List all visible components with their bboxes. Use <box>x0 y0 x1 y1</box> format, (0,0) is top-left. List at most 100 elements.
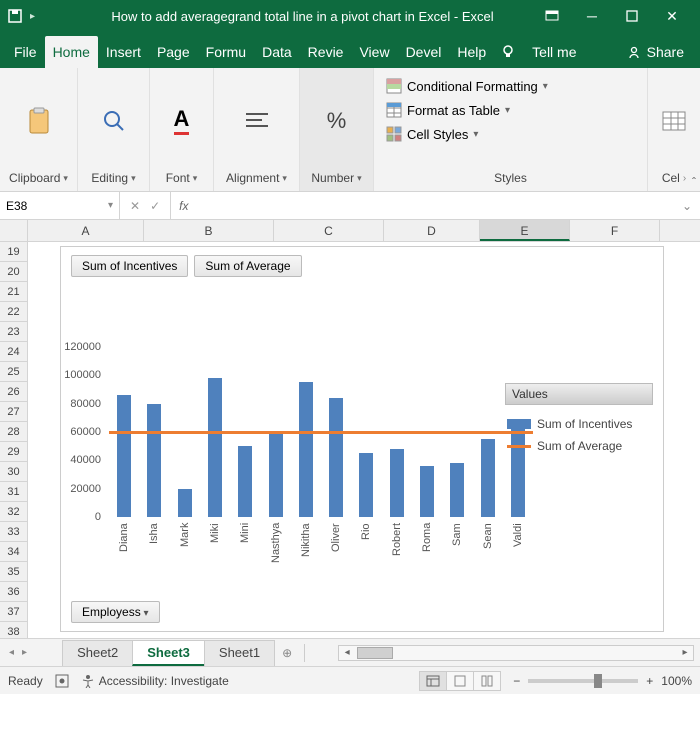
add-sheet-button[interactable]: ⊕ <box>274 642 300 664</box>
column-header-D[interactable]: D <box>384 220 480 241</box>
ribbon-tab-devel[interactable]: Devel <box>398 36 450 68</box>
scroll-left-icon[interactable]: ◂ <box>339 647 355 658</box>
row-header-21[interactable]: 21 <box>0 282 28 302</box>
sheet-nav[interactable]: ◂▸ <box>0 645 36 660</box>
row-header-28[interactable]: 28 <box>0 422 28 442</box>
chart-field-button-incentives[interactable]: Sum of Incentives <box>71 255 188 277</box>
ribbon-group-cells-label[interactable]: Cel› <box>662 167 686 189</box>
macro-record-icon[interactable] <box>55 674 69 688</box>
pivot-filter-employess[interactable]: Employess <box>71 601 160 623</box>
zoom-level[interactable]: 100% <box>661 674 692 688</box>
ribbon-group-number-label[interactable]: Number <box>311 167 361 189</box>
chart-bar[interactable] <box>359 453 373 517</box>
chart-legend[interactable]: Values Sum of Incentives Sum of Average <box>505 383 653 457</box>
ribbon-tab-insert[interactable]: Insert <box>98 36 149 68</box>
expand-formula-bar-icon[interactable]: ⌄ <box>674 199 700 213</box>
share-button[interactable]: Share <box>617 36 694 68</box>
page-layout-view-button[interactable] <box>446 671 474 691</box>
name-box-input[interactable] <box>6 199 76 213</box>
paste-button[interactable] <box>25 74 53 167</box>
chart-bar[interactable] <box>147 404 161 517</box>
row-header-35[interactable]: 35 <box>0 562 28 582</box>
ribbon-tab-page[interactable]: Page <box>149 36 198 68</box>
row-header-31[interactable]: 31 <box>0 482 28 502</box>
ribbon-tab-home[interactable]: Home <box>45 36 98 68</box>
row-header-27[interactable]: 27 <box>0 402 28 422</box>
page-break-view-button[interactable] <box>473 671 501 691</box>
ribbon-tab-view[interactable]: View <box>351 36 397 68</box>
row-header-37[interactable]: 37 <box>0 602 28 622</box>
scrollbar-thumb[interactable] <box>357 647 393 659</box>
column-header-C[interactable]: C <box>274 220 384 241</box>
column-header-E[interactable]: E <box>480 220 570 241</box>
chart-bar[interactable] <box>329 398 343 517</box>
column-header-A[interactable]: A <box>28 220 144 241</box>
save-icon[interactable] <box>8 9 22 23</box>
ribbon-group-alignment-label[interactable]: Alignment <box>226 167 287 189</box>
format-as-table-button[interactable]: Format as Table▾ <box>380 98 641 122</box>
maximize-button[interactable] <box>612 1 652 31</box>
chart-bar[interactable] <box>481 439 495 517</box>
close-button[interactable]: ✕ <box>652 1 692 31</box>
scroll-right-icon[interactable]: ▸ <box>677 647 693 658</box>
chart-plot-area[interactable]: 020000400006000080000100000120000 DianaI… <box>109 347 533 517</box>
select-all-triangle[interactable] <box>0 220 28 241</box>
row-header-33[interactable]: 33 <box>0 522 28 542</box>
accept-formula-icon[interactable]: ✓ <box>150 199 160 213</box>
column-header-F[interactable]: F <box>570 220 660 241</box>
chart-bar[interactable] <box>238 446 252 517</box>
ribbon-tab-formu[interactable]: Formu <box>198 36 254 68</box>
row-header-34[interactable]: 34 <box>0 542 28 562</box>
minimize-button[interactable]: ─ <box>572 1 612 31</box>
row-header-20[interactable]: 20 <box>0 262 28 282</box>
row-header-36[interactable]: 36 <box>0 582 28 602</box>
row-header-19[interactable]: 19 <box>0 242 28 262</box>
chart-bar[interactable] <box>208 378 222 517</box>
ribbon-tab-file[interactable]: File <box>6 36 45 68</box>
ribbon-options-icon[interactable] <box>532 1 572 31</box>
cancel-formula-icon[interactable]: ✕ <box>130 199 140 213</box>
cells-button[interactable] <box>660 74 688 167</box>
name-box[interactable]: ▾ <box>0 192 120 219</box>
row-header-26[interactable]: 26 <box>0 382 28 402</box>
chart-bar[interactable] <box>178 489 192 517</box>
help-lightbulb-icon[interactable] <box>494 36 522 68</box>
normal-view-button[interactable] <box>419 671 447 691</box>
chart-bar[interactable] <box>299 382 313 517</box>
ribbon-group-clipboard-label[interactable]: Clipboard <box>9 167 68 189</box>
row-header-24[interactable]: 24 <box>0 342 28 362</box>
cell-styles-button[interactable]: Cell Styles▾ <box>380 122 641 146</box>
sheet-tab-sheet2[interactable]: Sheet2 <box>62 640 133 666</box>
sheet-tab-sheet3[interactable]: Sheet3 <box>132 640 205 666</box>
alignment-button[interactable] <box>243 74 271 167</box>
ribbon-tab-data[interactable]: Data <box>254 36 300 68</box>
conditional-formatting-button[interactable]: Conditional Formatting▾ <box>380 74 641 98</box>
zoom-slider[interactable] <box>528 679 638 683</box>
chart-bar[interactable] <box>390 449 404 517</box>
pivot-chart[interactable]: Sum of Incentives Sum of Average 0200004… <box>60 246 664 632</box>
tell-me[interactable]: Tell me <box>522 36 586 68</box>
chart-bar[interactable] <box>450 463 464 517</box>
collapse-ribbon-icon[interactable]: ˆ <box>692 175 696 189</box>
fx-icon[interactable]: fx <box>171 199 196 213</box>
accessibility-status[interactable]: Accessibility: Investigate <box>81 674 229 688</box>
font-color-button[interactable]: A <box>168 74 196 167</box>
find-button[interactable] <box>100 74 128 167</box>
number-format-button[interactable]: % <box>323 74 351 167</box>
ribbon-group-editing-label[interactable]: Editing <box>91 167 135 189</box>
chart-bar[interactable] <box>269 432 283 517</box>
qat-more-icon[interactable]: ▸ <box>30 11 35 22</box>
row-header-25[interactable]: 25 <box>0 362 28 382</box>
chart-average-line[interactable] <box>109 431 533 434</box>
horizontal-scrollbar[interactable]: ◂ ▸ <box>338 645 694 661</box>
zoom-slider-thumb[interactable] <box>594 674 602 688</box>
chart-field-button-average[interactable]: Sum of Average <box>194 255 301 277</box>
chevron-down-icon[interactable]: ▾ <box>108 200 113 211</box>
row-header-30[interactable]: 30 <box>0 462 28 482</box>
row-header-29[interactable]: 29 <box>0 442 28 462</box>
column-header-B[interactable]: B <box>144 220 274 241</box>
row-header-23[interactable]: 23 <box>0 322 28 342</box>
zoom-out-button[interactable]: − <box>513 674 520 688</box>
sheet-tab-sheet1[interactable]: Sheet1 <box>204 640 275 666</box>
zoom-in-button[interactable]: + <box>646 674 653 688</box>
